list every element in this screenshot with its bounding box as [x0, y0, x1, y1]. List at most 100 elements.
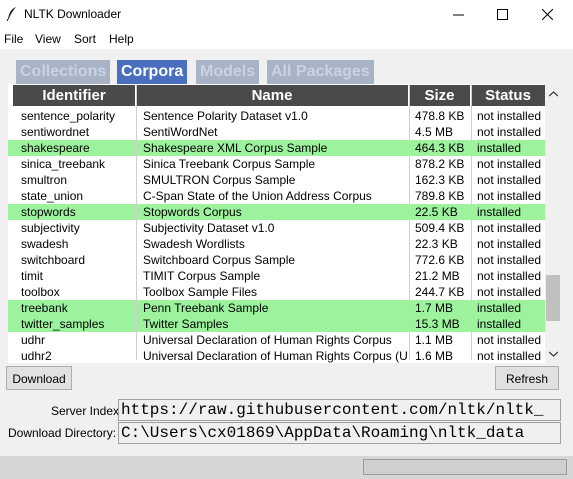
cell-size: 21.2 MB	[415, 269, 460, 283]
table-row[interactable]: twitter_samples Twitter Samples 15.3 MB ins…	[8, 316, 545, 332]
cell-identifier: sentiwordnet	[21, 125, 90, 139]
cell-identifier: sinica_treebank	[21, 157, 106, 171]
cell-status: not installed	[477, 349, 542, 363]
cell-name: C-Span State of the Union Address Corpus	[143, 189, 372, 203]
table-row[interactable]: udhr Universal Declaration of Human Right…	[8, 332, 545, 348]
menu-file[interactable]: File	[4, 32, 23, 46]
menu-help[interactable]: Help	[109, 32, 134, 46]
minimize-button[interactable]	[436, 0, 480, 29]
packages-table: Identifier Name Size Status sentence_pol…	[8, 84, 561, 363]
cell-name: SentiWordNet	[143, 125, 218, 139]
cell-name: Toolbox Sample Files	[143, 285, 258, 299]
vertical-scrollbar[interactable]	[545, 84, 561, 363]
tab-models[interactable]: Models	[196, 60, 260, 84]
table-row[interactable]: subjectivity Subjectivity Dataset v1.0 509…	[8, 220, 545, 236]
cell-size: 878.2 KB	[415, 157, 465, 171]
progress-bar	[363, 459, 567, 475]
cell-identifier: shakespeare	[21, 141, 90, 155]
cell-identifier: swadesh	[21, 237, 69, 251]
tab-all-packages[interactable]: All Packages	[267, 60, 374, 84]
maximize-icon	[496, 9, 508, 20]
cell-name: Sinica Treebank Corpus Sample	[143, 157, 316, 171]
table-row[interactable]: state_union C-Span State of the Union Add…	[8, 188, 545, 204]
cell-status: not installed	[477, 269, 542, 283]
cell-status: not installed	[477, 189, 542, 203]
cell-size: 772.6 KB	[415, 253, 465, 267]
scroll-down-icon[interactable]	[545, 346, 561, 362]
table-row[interactable]: shakespeare Shakespeare XML Corpus Sample…	[8, 140, 545, 156]
minimize-icon	[452, 14, 464, 16]
scroll-up-icon[interactable]	[545, 86, 561, 102]
column-header-name[interactable]: Name	[136, 85, 409, 106]
menu-view[interactable]: View	[35, 32, 61, 46]
table-row[interactable]: swadesh Swadesh Wordlists 22.3 KB not insta…	[8, 236, 545, 252]
table-row[interactable]: stopwords Stopwords Corpus 22.5 KB installe…	[8, 204, 545, 220]
cell-identifier: sentence_polarity	[21, 109, 116, 123]
table-row[interactable]: sinica_treebank Sinica Treebank Corpus Sa…	[8, 156, 545, 172]
cell-status: installed	[477, 301, 522, 315]
cell-name: TIMIT Corpus Sample	[143, 269, 261, 283]
table-row[interactable]: switchboard Switchboard Corpus Sample 772.…	[8, 252, 545, 268]
server-index-label: Server Index:	[51, 404, 123, 418]
feather-icon	[6, 7, 16, 22]
cell-size: 789.8 KB	[415, 189, 465, 203]
table-row[interactable]: sentiwordnet SentiWordNet 4.5 MB not instal…	[8, 124, 545, 140]
cell-size: 1.6 MB	[415, 349, 454, 363]
refresh-button[interactable]: Refresh	[495, 366, 559, 390]
download-directory-input[interactable]: C:\Users\cx01869\AppData\Roaming\nltk_da…	[118, 422, 561, 444]
cell-name: Universal Declaration of Human Rights Co…	[143, 333, 392, 347]
table-row[interactable]: sentence_polarity Sentence Polarity Datas…	[8, 108, 545, 124]
maximize-button[interactable]	[480, 0, 524, 29]
column-header-status[interactable]: Status	[471, 85, 545, 106]
server-index-input[interactable]: https://raw.githubusercontent.com/nltk/n…	[118, 399, 561, 421]
cell-name: Universal Declaration of Human Rights Co…	[143, 349, 407, 363]
cell-size: 162.3 KB	[415, 173, 465, 187]
table-row[interactable]: timit TIMIT Corpus Sample 21.2 MB not insta…	[8, 268, 545, 284]
cell-status: not installed	[477, 157, 542, 171]
cell-size: 1.7 MB	[415, 301, 454, 315]
cell-identifier: subjectivity	[21, 221, 80, 235]
cell-identifier: switchboard	[21, 253, 86, 267]
status-bar	[0, 456, 573, 479]
cell-size: 509.4 KB	[415, 221, 465, 235]
cell-size: 464.3 KB	[415, 141, 465, 155]
column-separator	[471, 85, 472, 360]
table-row[interactable]: treebank Penn Treebank Sample 1.7 MB instal…	[8, 300, 545, 316]
cell-identifier: udhr2	[21, 349, 52, 363]
cell-status: installed	[477, 141, 522, 155]
cell-status: not installed	[477, 253, 542, 267]
cell-status: not installed	[477, 285, 542, 299]
cell-identifier: smultron	[21, 173, 68, 187]
column-separator	[409, 85, 410, 360]
cell-identifier: udhr	[21, 333, 46, 347]
tab-collections[interactable]: Collections	[16, 60, 111, 84]
column-header-size[interactable]: Size	[409, 85, 471, 106]
table-row[interactable]: smultron SMULTRON Corpus Sample 162.3 KB no…	[8, 172, 545, 188]
cell-identifier: timit	[21, 269, 43, 283]
title-bar: NLTK Downloader	[0, 0, 573, 29]
cell-size: 22.3 KB	[415, 237, 458, 251]
scrollbar-thumb[interactable]	[546, 275, 560, 321]
cell-status: not installed	[477, 125, 542, 139]
cell-identifier: stopwords	[21, 205, 76, 219]
cell-size: 1.1 MB	[415, 333, 454, 347]
table-row[interactable]: toolbox Toolbox Sample Files 244.7 KB not i…	[8, 284, 545, 300]
download-directory-label: Download Directory:	[8, 426, 117, 440]
download-button[interactable]: Download	[6, 366, 72, 390]
cell-status: installed	[477, 317, 522, 331]
column-header-identifier[interactable]: Identifier	[13, 85, 136, 106]
cell-name: Subjectivity Dataset v1.0	[143, 221, 275, 235]
cell-name: Sentence Polarity Dataset v1.0	[143, 109, 308, 123]
cell-size: 478.8 KB	[415, 109, 465, 123]
table-row[interactable]: udhr2 Universal Declaration of Human Righ…	[8, 348, 545, 363]
cell-status: not installed	[477, 237, 542, 251]
tab-corpora[interactable]: Corpora	[117, 60, 188, 84]
menu-sort[interactable]: Sort	[74, 32, 96, 46]
cell-identifier: twitter_samples	[21, 317, 105, 331]
menu-bar: File View Sort Help	[0, 29, 573, 49]
cell-status: installed	[477, 205, 522, 219]
close-button[interactable]	[525, 0, 569, 29]
cell-size: 4.5 MB	[415, 125, 454, 139]
cell-name: Switchboard Corpus Sample	[143, 253, 296, 267]
cell-identifier: toolbox	[21, 285, 60, 299]
